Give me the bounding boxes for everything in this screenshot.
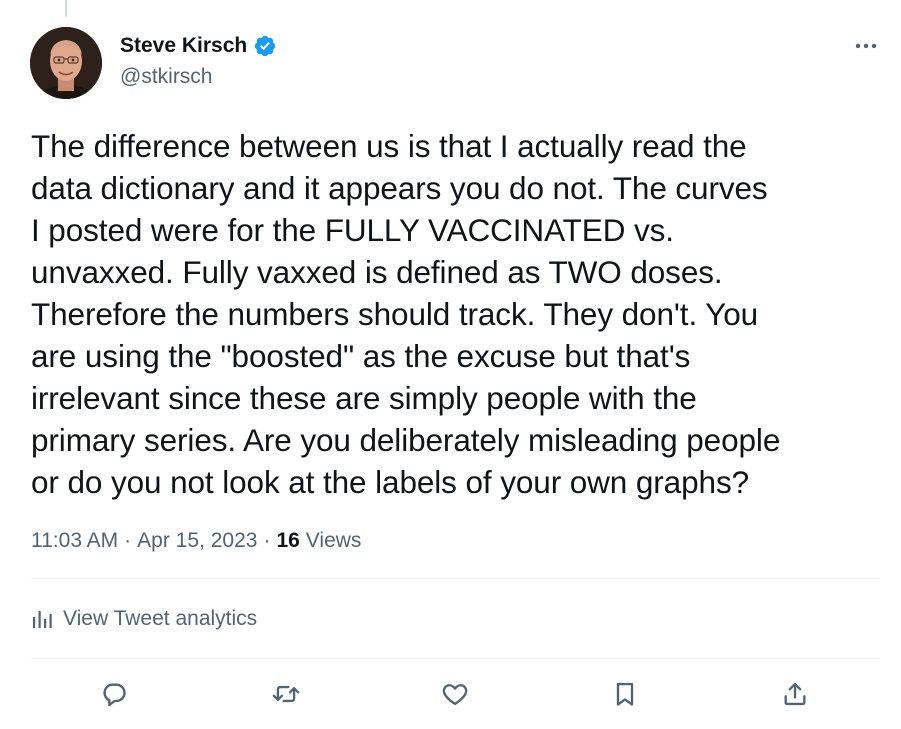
tweet-metadata: 11:03 AM · Apr 15, 2023 · 16 Views xyxy=(31,527,361,555)
retweet-icon xyxy=(272,685,300,703)
like-button[interactable] xyxy=(433,672,477,716)
author-handle[interactable]: @stkirsch xyxy=(120,64,213,90)
share-icon xyxy=(784,682,806,706)
divider xyxy=(31,658,880,659)
analytics-label: View Tweet analytics xyxy=(63,607,258,630)
reply-button[interactable] xyxy=(92,672,136,716)
view-tweet-analytics-link[interactable]: View Tweet analytics xyxy=(31,605,257,633)
heart-icon xyxy=(442,684,468,706)
tweet-time[interactable]: 11:03 AM xyxy=(31,527,118,555)
avatar[interactable] xyxy=(30,27,102,99)
more-options-button[interactable] xyxy=(850,32,882,60)
views-count: 16 xyxy=(276,529,300,552)
tweet-date[interactable]: Apr 15, 2023 xyxy=(137,527,257,555)
thread-connector-line xyxy=(65,0,67,17)
bookmark-button[interactable] xyxy=(603,672,647,716)
tweet-actions-bar xyxy=(0,672,901,716)
more-dots-icon xyxy=(855,43,877,49)
author-display-name[interactable]: Steve Kirsch xyxy=(120,33,247,59)
views-label: Views xyxy=(305,529,362,552)
divider xyxy=(31,578,880,579)
analytics-bar-chart-icon xyxy=(33,611,52,628)
author-name-row: Steve Kirsch xyxy=(120,33,277,59)
bookmark-icon xyxy=(616,682,634,706)
reply-icon xyxy=(103,683,126,707)
meta-separator: · xyxy=(263,529,271,552)
meta-separator: · xyxy=(124,529,132,552)
share-button[interactable] xyxy=(773,672,817,716)
retweet-button[interactable] xyxy=(264,672,308,716)
verified-badge-icon xyxy=(253,34,277,58)
tweet-text: The difference between us is that I actu… xyxy=(31,128,781,500)
avatar-image xyxy=(30,27,102,99)
